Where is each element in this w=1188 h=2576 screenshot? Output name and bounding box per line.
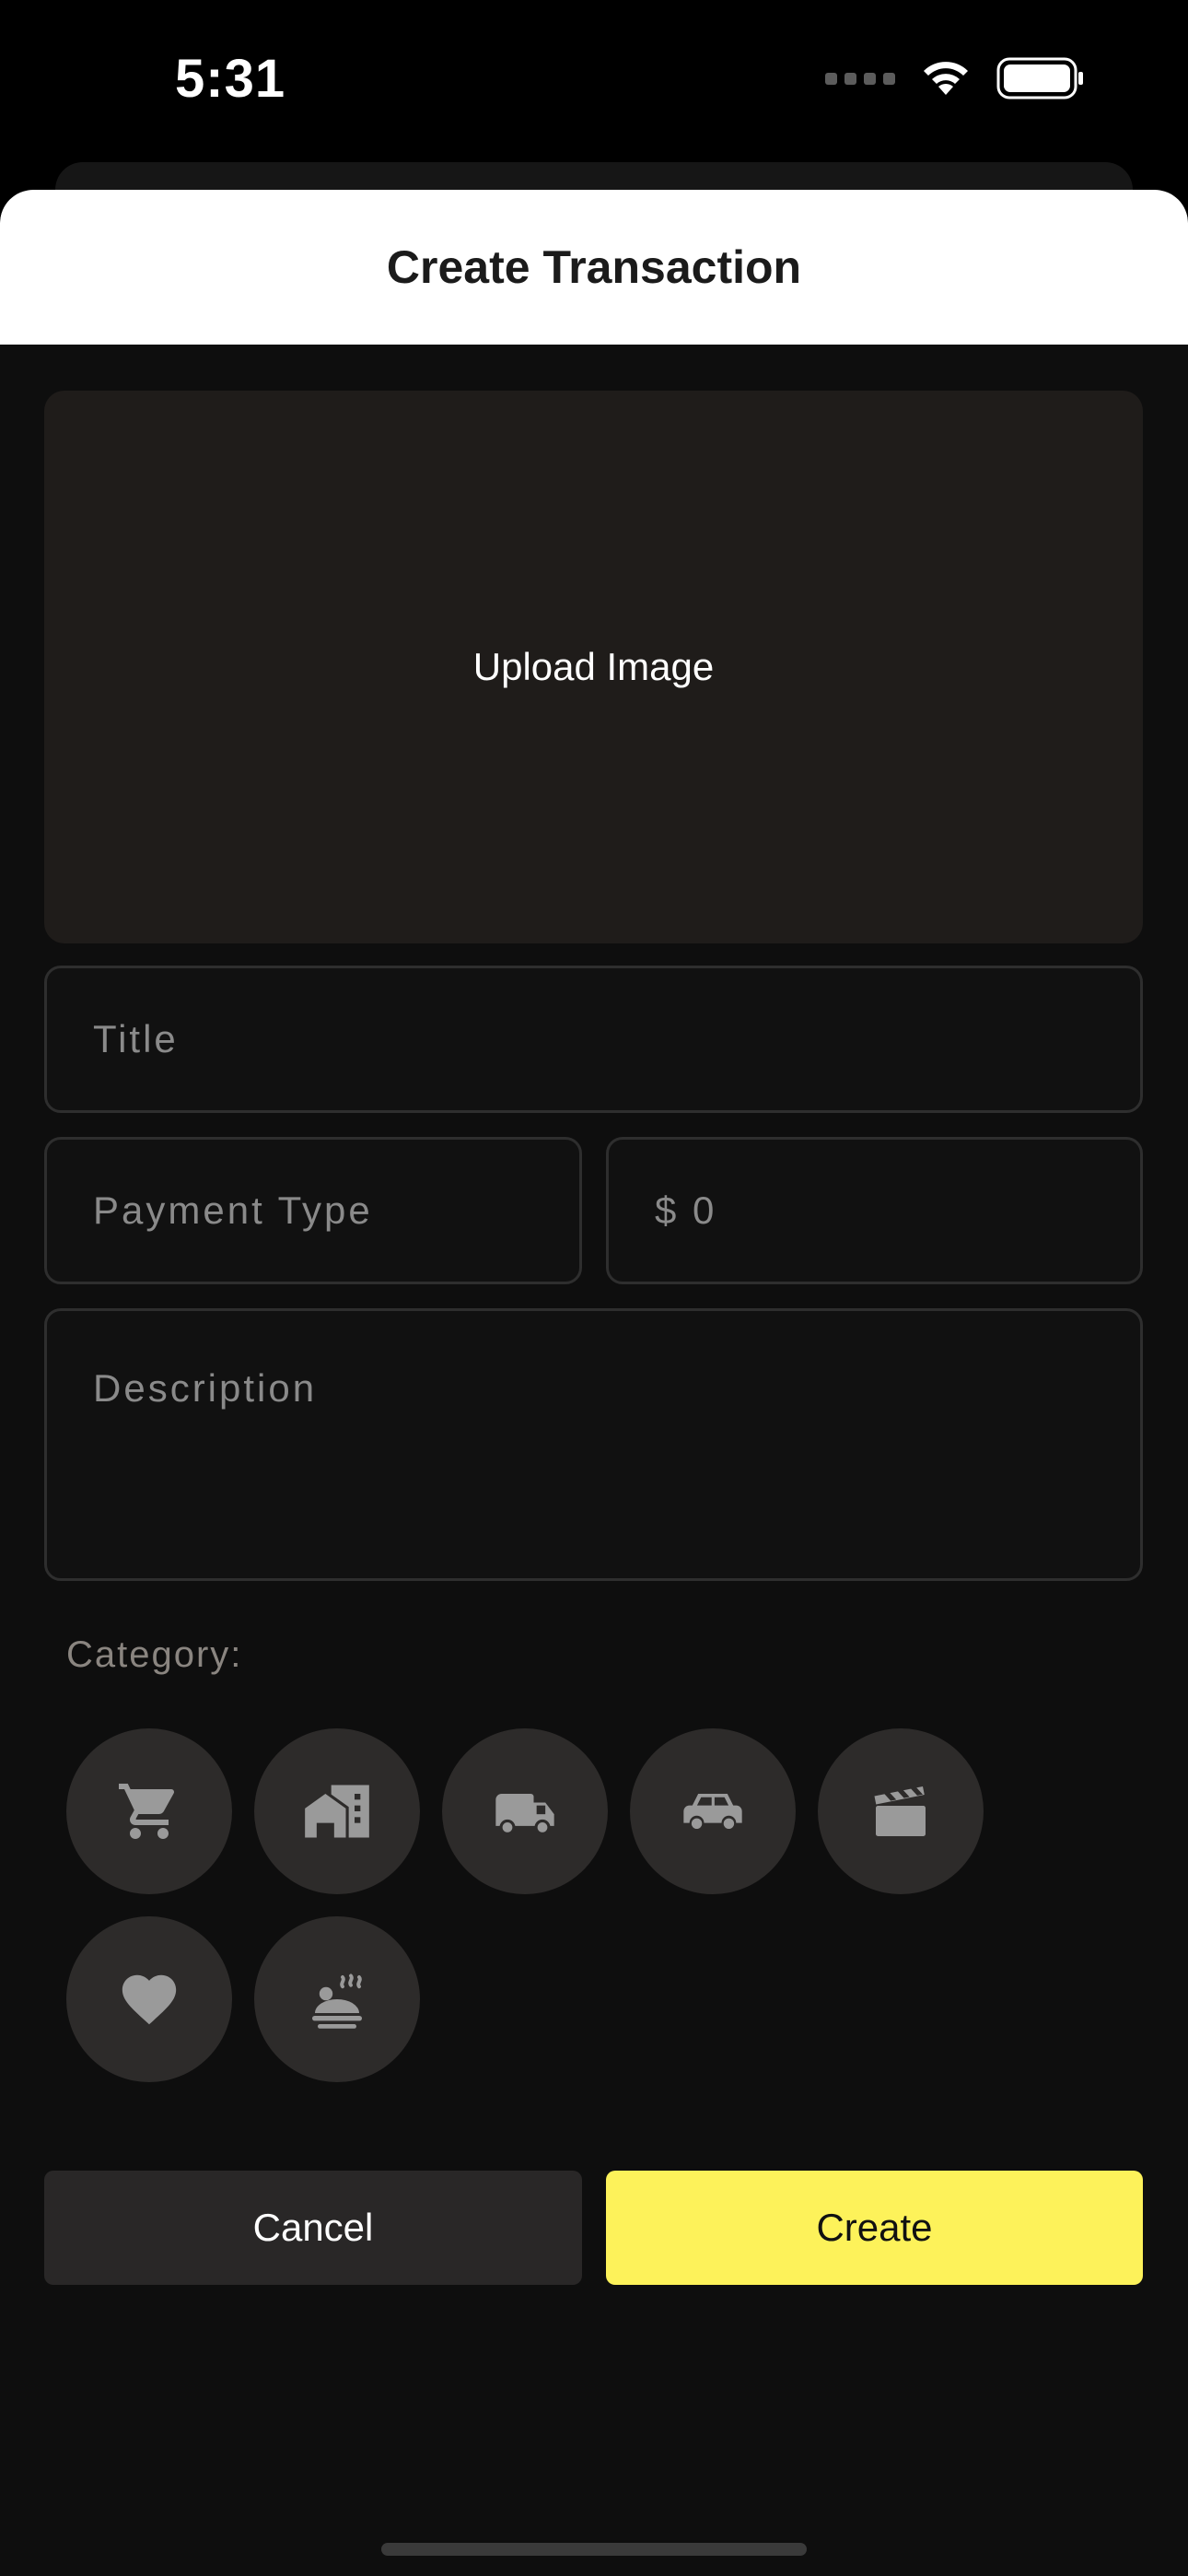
- home-indicator[interactable]: [381, 2543, 807, 2556]
- category-entertainment-button[interactable]: [818, 1728, 984, 1894]
- payment-type-input[interactable]: Payment Type: [44, 1137, 582, 1284]
- amount-input[interactable]: $ 0: [606, 1137, 1143, 1284]
- battery-icon: [996, 57, 1083, 100]
- status-icons: [825, 57, 1085, 100]
- status-bar: 5:31: [0, 0, 1188, 166]
- cancel-button[interactable]: Cancel: [44, 2171, 582, 2285]
- category-health-button[interactable]: [66, 1916, 232, 2082]
- category-food-button[interactable]: [254, 1916, 420, 2082]
- title-placeholder: Title: [93, 1017, 179, 1060]
- category-housing-button[interactable]: [254, 1728, 420, 1894]
- amount-placeholder: $ 0: [655, 1188, 717, 1232]
- sheet-title: Create Transaction: [386, 241, 802, 293]
- create-transaction-sheet: Create Transaction Upload Image Title Pa…: [0, 190, 1188, 2576]
- category-shopping-button[interactable]: [66, 1728, 232, 1894]
- clapperboard-icon: [874, 1786, 926, 1836]
- sheet-header: Create Transaction: [0, 190, 1188, 345]
- category-label: Category:: [66, 1634, 243, 1675]
- upload-image-button[interactable]: Upload Image: [44, 391, 1143, 943]
- cellular-signal-icon: [825, 72, 895, 85]
- wifi-icon: [924, 62, 968, 95]
- heart-icon: [122, 1974, 177, 2025]
- description-placeholder: Description: [93, 1366, 318, 1410]
- status-time: 5:31: [175, 49, 286, 109]
- food-dish-icon: [312, 1973, 362, 2029]
- description-input[interactable]: Description: [44, 1308, 1143, 1581]
- shopping-cart-icon: [119, 1784, 175, 1839]
- category-delivery-button[interactable]: [442, 1728, 608, 1894]
- car-icon: [683, 1794, 742, 1829]
- category-car-button[interactable]: [630, 1728, 796, 1894]
- upload-image-label: Upload Image: [472, 645, 715, 688]
- payment-type-placeholder: Payment Type: [93, 1188, 373, 1232]
- delivery-truck-icon: [495, 1794, 554, 1835]
- buildings-icon: [305, 1785, 369, 1838]
- create-button-label: Create: [816, 2206, 933, 2249]
- cancel-button-label: Cancel: [252, 2206, 374, 2249]
- create-button[interactable]: Create: [606, 2171, 1143, 2285]
- title-input[interactable]: Title: [44, 966, 1143, 1113]
